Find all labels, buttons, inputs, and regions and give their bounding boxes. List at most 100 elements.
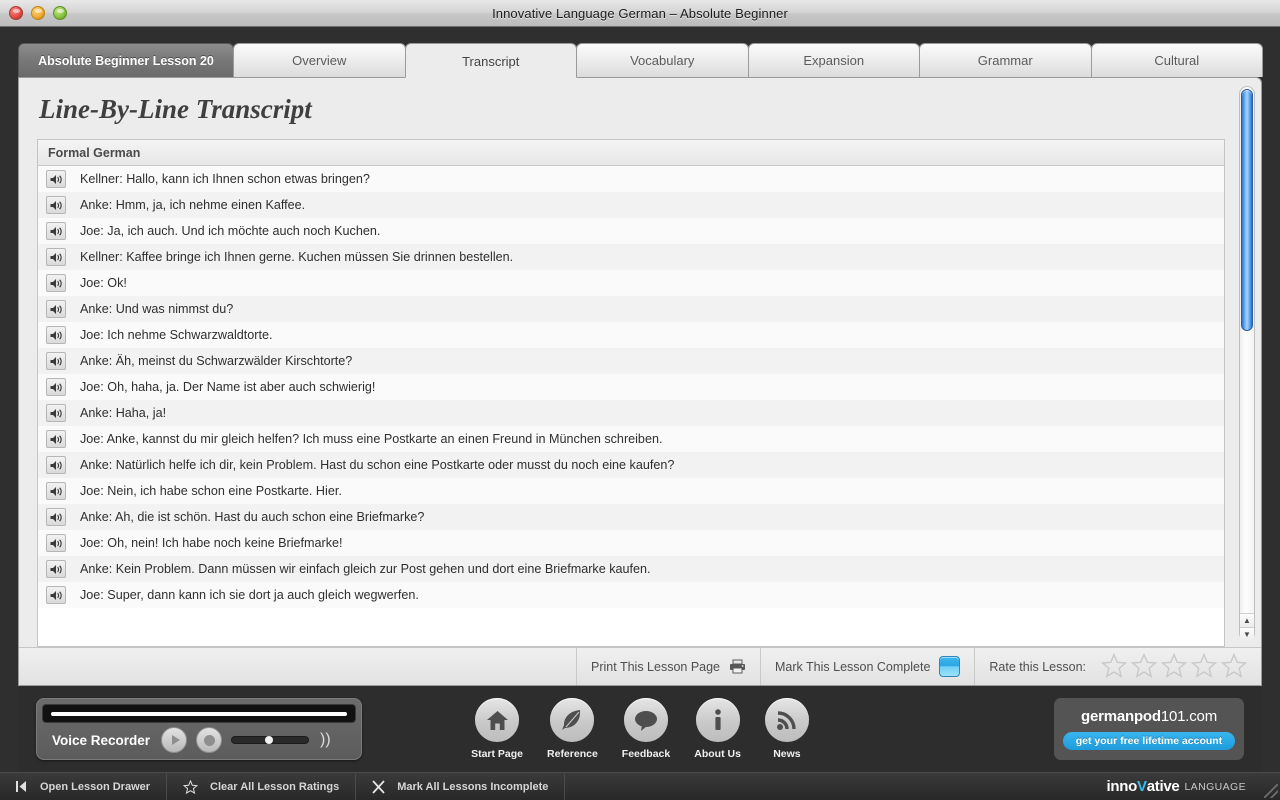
close-button[interactable] xyxy=(9,6,23,20)
lesson-card: Line-By-Line Transcript Formal German Ke… xyxy=(18,77,1262,686)
play-line-audio-button[interactable] xyxy=(46,196,66,214)
home-icon xyxy=(475,698,520,742)
tab-lesson-title[interactable]: Absolute Beginner Lesson 20 xyxy=(18,43,234,77)
feather-icon xyxy=(550,698,595,742)
innovative-language-logo: innoVative LANGUAGE xyxy=(1107,773,1280,800)
resize-grip[interactable] xyxy=(1264,784,1278,798)
transcript-line-text: Anke: Natürlich helfe ich dir, kein Prob… xyxy=(80,458,675,472)
play-line-audio-button[interactable] xyxy=(46,248,66,266)
transcript-line-text: Anke: Äh, meinst du Schwarzwälder Kirsch… xyxy=(80,354,353,368)
print-lesson-button[interactable]: Print This Lesson Page xyxy=(576,648,760,685)
rate-lesson-group: Rate this Lesson: xyxy=(974,648,1261,685)
app-window: Innovative Language German – Absolute Be… xyxy=(0,0,1280,800)
play-line-audio-button[interactable] xyxy=(46,586,66,604)
play-line-audio-button[interactable] xyxy=(46,560,66,578)
transcript-line-text: Joe: Ja, ich auch. Und ich möchte auch n… xyxy=(80,224,381,238)
play-line-audio-button[interactable] xyxy=(46,326,66,344)
transcript-panel: Formal German Kellner: Hallo, kann ich I… xyxy=(37,139,1225,647)
brand-name: innoVative xyxy=(1107,778,1180,795)
transcript-line: Anke: Ah, die ist schön. Hast du auch sc… xyxy=(38,504,1224,530)
status-bar: Open Lesson Drawer Clear All Lesson Rati… xyxy=(0,772,1280,800)
scroll-up-arrow-icon[interactable]: ▲ xyxy=(1240,613,1254,627)
dock-nav-label: Start Page xyxy=(471,748,524,760)
transcript-list: Kellner: Hallo, kann ich Ihnen schon etw… xyxy=(38,166,1224,646)
tab-overview[interactable]: Overview xyxy=(233,43,406,77)
page-title: Line-By-Line Transcript xyxy=(39,94,312,124)
play-line-audio-button[interactable] xyxy=(46,222,66,240)
brand-part-v: V xyxy=(1137,778,1147,795)
section-header: Formal German xyxy=(38,140,1224,166)
mark-all-incomplete-label: Mark All Lessons Incomplete xyxy=(397,780,549,793)
card-inner: Line-By-Line Transcript Formal German Ke… xyxy=(19,78,1261,647)
scroll-down-arrow-icon[interactable]: ▼ xyxy=(1240,627,1254,641)
transcript-line-text: Anke: Kein Problem. Dann müssen wir einf… xyxy=(80,562,651,576)
mark-all-incomplete-button[interactable]: Mark All Lessons Incomplete xyxy=(356,773,566,800)
mark-lesson-complete-button[interactable]: Mark This Lesson Complete xyxy=(760,648,974,685)
scrollbar-thumb[interactable] xyxy=(1241,89,1253,331)
lesson-actions-bar: Print This Lesson Page Mark This Lesson … xyxy=(19,647,1261,685)
dock-nav-item-about-us[interactable]: About Us xyxy=(694,698,741,760)
transcript-line: Anke: Kein Problem. Dann müssen wir einf… xyxy=(38,556,1224,582)
open-lesson-drawer-button[interactable]: Open Lesson Drawer xyxy=(0,773,168,800)
play-line-audio-button[interactable] xyxy=(46,430,66,448)
window-controls xyxy=(9,6,67,20)
dock-nav-item-feedback[interactable]: Feedback xyxy=(622,698,670,760)
transcript-line-text: Joe: Super, dann kann ich sie dort ja au… xyxy=(80,588,419,602)
window-title: Innovative Language German – Absolute Be… xyxy=(492,5,788,21)
rating-star-4[interactable] xyxy=(1190,652,1218,681)
star-outline-icon xyxy=(183,779,199,794)
dock-nav-item-reference[interactable]: Reference xyxy=(547,698,598,760)
transcript-line: Anke: Haha, ja! xyxy=(38,400,1224,426)
play-line-audio-button[interactable] xyxy=(46,482,66,500)
transcript-line: Anke: Äh, meinst du Schwarzwälder Kirsch… xyxy=(38,348,1224,374)
brand-part-b: ative xyxy=(1146,778,1180,795)
tab-expansion[interactable]: Expansion xyxy=(747,43,920,77)
transcript-line-text: Joe: Ok! xyxy=(80,276,127,290)
play-line-audio-button[interactable] xyxy=(46,404,66,422)
clear-all-ratings-button[interactable]: Clear All Lesson Ratings xyxy=(167,773,357,800)
tab-transcript[interactable]: Transcript xyxy=(404,43,577,78)
bottom-dock: Voice Recorder )) Start Page Reference Fee… xyxy=(18,686,1262,772)
tab-bar: Absolute Beginner Lesson 20 Overview Tra… xyxy=(18,41,1263,78)
rating-star-3[interactable] xyxy=(1160,652,1188,681)
play-line-audio-button[interactable] xyxy=(46,274,66,292)
dock-nav-label: Reference xyxy=(547,748,598,760)
transcript-line-text: Joe: Oh, nein! Ich habe noch keine Brief… xyxy=(80,536,343,550)
speech-bubble-icon xyxy=(624,698,669,742)
transcript-line-text: Joe: Ich nehme Schwarzwaldtorte. xyxy=(80,328,273,342)
transcript-line-text: Joe: Nein, ich habe schon eine Postkarte… xyxy=(80,484,342,498)
transcript-line: Joe: Nein, ich habe schon eine Postkarte… xyxy=(38,478,1224,504)
tab-grammar[interactable]: Grammar xyxy=(919,43,1092,77)
rating-star-5[interactable] xyxy=(1220,652,1248,681)
play-line-audio-button[interactable] xyxy=(46,456,66,474)
zoom-button[interactable] xyxy=(53,6,67,20)
dock-nav-item-news[interactable]: News xyxy=(764,698,809,760)
play-line-audio-button[interactable] xyxy=(46,508,66,526)
transcript-line: Joe: Ich nehme Schwarzwaldtorte. xyxy=(38,322,1224,348)
complete-checkbox[interactable] xyxy=(939,656,961,677)
minimize-button[interactable] xyxy=(31,6,45,20)
tab-vocabulary[interactable]: Vocabulary xyxy=(576,43,749,77)
transcript-line-text: Kellner: Kaffee bringe ich Ihnen gerne. … xyxy=(80,250,514,264)
dock-nav-item-start-page[interactable]: Start Page xyxy=(471,698,523,760)
play-line-audio-button[interactable] xyxy=(46,378,66,396)
play-line-audio-button[interactable] xyxy=(46,534,66,552)
transcript-line-text: Joe: Anke, kannst du mir gleich helfen? … xyxy=(80,432,663,446)
x-icon xyxy=(372,779,385,794)
dock-nav-label: Feedback xyxy=(621,748,671,760)
rating-star-2[interactable] xyxy=(1130,652,1158,681)
tab-cultural[interactable]: Cultural xyxy=(1090,43,1263,77)
transcript-line: Joe: Anke, kannst du mir gleich helfen? … xyxy=(38,426,1224,452)
drawer-icon xyxy=(16,780,28,793)
brand-subtitle: LANGUAGE xyxy=(1184,780,1246,793)
play-line-audio-button[interactable] xyxy=(46,300,66,318)
rating-star-1[interactable] xyxy=(1100,652,1128,681)
transcript-line-text: Anke: Und was nimmst du? xyxy=(80,302,234,316)
transcript-line-text: Anke: Haha, ja! xyxy=(80,406,167,420)
rating-stars[interactable] xyxy=(1100,652,1248,681)
vertical-scrollbar[interactable]: ▲ ▼ xyxy=(1239,86,1255,641)
play-line-audio-button[interactable] xyxy=(46,170,66,188)
play-line-audio-button[interactable] xyxy=(46,352,66,370)
transcript-line: Anke: Hmm, ja, ich nehme einen Kaffee. xyxy=(38,192,1224,218)
transcript-line: Joe: Ja, ich auch. Und ich möchte auch n… xyxy=(38,218,1224,244)
